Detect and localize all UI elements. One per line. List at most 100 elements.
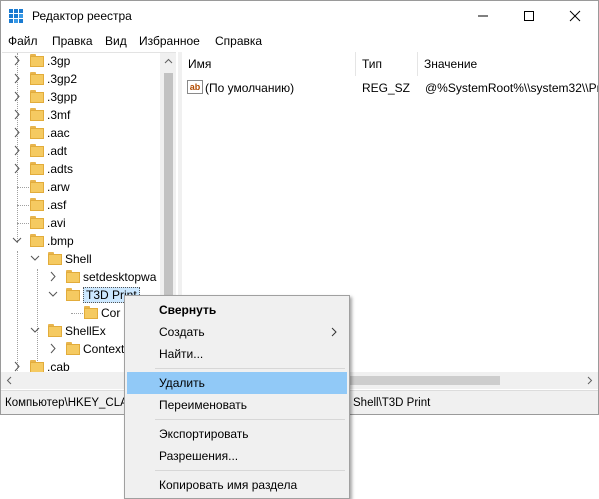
menu-item-permissions[interactable]: Разрешения... bbox=[127, 445, 347, 467]
tree-guide-line bbox=[71, 313, 83, 314]
menu-item-copy-key-name[interactable]: Копировать имя раздела bbox=[127, 474, 347, 496]
window-title: Редактор реестра bbox=[32, 9, 132, 23]
menu-item-find-label: Найти... bbox=[159, 347, 204, 361]
scroll-right-button[interactable] bbox=[581, 372, 598, 389]
value-type: REG_SZ bbox=[362, 81, 411, 95]
menu-help[interactable]: Справка bbox=[215, 34, 262, 48]
collapsed-chevron-icon[interactable] bbox=[12, 72, 22, 86]
collapsed-chevron-icon[interactable] bbox=[48, 342, 58, 356]
scroll-left-button[interactable] bbox=[1, 372, 18, 389]
menu-item-collapse[interactable]: Свернуть bbox=[127, 299, 347, 321]
collapsed-chevron-icon[interactable] bbox=[12, 162, 22, 176]
tree-item[interactable]: Shell bbox=[2, 250, 160, 268]
menu-item-collapse-label: Свернуть bbox=[159, 303, 217, 317]
menu-item-find[interactable]: Найти... bbox=[127, 343, 347, 365]
tree-item[interactable]: .adts bbox=[2, 160, 160, 178]
menu-edit[interactable]: Правка bbox=[52, 34, 93, 48]
tree-item[interactable]: .3gp2 bbox=[2, 70, 160, 88]
column-header-type[interactable]: Тип bbox=[356, 52, 418, 76]
tree-item-label: .3mf bbox=[47, 108, 71, 122]
tree-item[interactable]: .bmp bbox=[2, 232, 160, 250]
menu-item-rename-label: Переименовать bbox=[159, 398, 247, 412]
collapsed-chevron-icon[interactable] bbox=[12, 90, 22, 104]
column-header-value[interactable]: Значение bbox=[418, 52, 598, 76]
folder-icon bbox=[66, 270, 80, 283]
tree-guide-line bbox=[17, 205, 29, 206]
tree-item-label: .arw bbox=[47, 180, 70, 194]
value-data: @%SystemRoot%\\system32\\Print bbox=[425, 81, 598, 95]
menu-separator bbox=[155, 419, 345, 420]
tree-item-label: .asf bbox=[47, 198, 67, 212]
folder-icon bbox=[30, 90, 44, 103]
minimize-button[interactable] bbox=[460, 1, 506, 31]
tree-item-label: .adts bbox=[47, 162, 74, 176]
tree-item[interactable]: .3gp bbox=[2, 53, 160, 70]
folder-icon bbox=[30, 72, 44, 85]
maximize-button[interactable] bbox=[506, 1, 552, 31]
folder-icon bbox=[30, 54, 44, 67]
value-row[interactable]: ab (По умолчанию) REG_SZ @%SystemRoot%\\… bbox=[182, 78, 598, 98]
tree-item-label: .aac bbox=[47, 126, 70, 140]
expanded-chevron-icon[interactable] bbox=[12, 234, 22, 248]
scroll-right-icon bbox=[587, 376, 593, 385]
title-bar: Редактор реестра bbox=[1, 1, 598, 31]
scroll-left-icon bbox=[6, 376, 12, 385]
tree-item[interactable]: .arw bbox=[2, 178, 160, 196]
folder-icon bbox=[84, 306, 98, 319]
collapsed-chevron-icon[interactable] bbox=[12, 360, 22, 372]
close-button[interactable] bbox=[552, 1, 598, 31]
menu-item-new-label: Создать bbox=[159, 325, 205, 339]
menu-item-export[interactable]: Экспортировать bbox=[127, 423, 347, 445]
folder-icon bbox=[48, 324, 62, 337]
tree-guide-line bbox=[17, 223, 29, 224]
folder-icon bbox=[66, 288, 80, 301]
tree-item[interactable]: .asf bbox=[2, 196, 160, 214]
folder-icon bbox=[30, 198, 44, 211]
expanded-chevron-icon[interactable] bbox=[30, 252, 40, 266]
menu-favorites[interactable]: Избранное bbox=[139, 34, 200, 48]
close-icon bbox=[569, 10, 581, 22]
tree-item[interactable]: setdesktopwa bbox=[2, 268, 160, 286]
tree-item-label: ShellEx bbox=[65, 324, 106, 338]
submenu-arrow-icon bbox=[331, 327, 337, 337]
menu-item-delete[interactable]: Удалить bbox=[127, 372, 347, 394]
registry-editor-app-icon bbox=[8, 8, 24, 24]
collapsed-chevron-icon[interactable] bbox=[12, 126, 22, 140]
tree-item[interactable]: .3gpp bbox=[2, 88, 160, 106]
collapsed-chevron-icon[interactable] bbox=[12, 144, 22, 158]
folder-icon bbox=[66, 342, 80, 355]
collapsed-chevron-icon[interactable] bbox=[12, 54, 22, 68]
tree-item[interactable]: .3mf bbox=[2, 106, 160, 124]
folder-icon bbox=[30, 234, 44, 247]
tree-item-label: Cor bbox=[101, 306, 121, 320]
value-name: (По умолчанию) bbox=[205, 81, 295, 95]
collapsed-chevron-icon[interactable] bbox=[48, 270, 58, 284]
column-header-name[interactable]: Имя bbox=[182, 52, 356, 76]
tree-item-label: .bmp bbox=[47, 234, 74, 248]
status-path-left: Компьютер\HKEY_CLA bbox=[5, 397, 128, 409]
context-menu: Свернуть Создать Найти... Удалить Переим… bbox=[124, 295, 350, 499]
tree-guide-line bbox=[17, 187, 29, 188]
expanded-chevron-icon[interactable] bbox=[30, 324, 40, 338]
menu-item-copy-key-name-label: Копировать имя раздела bbox=[159, 478, 298, 492]
minimize-icon bbox=[478, 15, 488, 17]
menu-view[interactable]: Вид bbox=[105, 34, 127, 48]
menu-file[interactable]: Файл bbox=[8, 34, 38, 48]
menu-separator bbox=[155, 368, 345, 369]
folder-icon bbox=[30, 144, 44, 157]
tree-item[interactable]: .avi bbox=[2, 214, 160, 232]
tree-item-label: .cab bbox=[47, 360, 70, 372]
folder-icon bbox=[30, 180, 44, 193]
menu-separator bbox=[155, 470, 345, 471]
tree-item-label: Shell bbox=[65, 252, 92, 266]
expanded-chevron-icon[interactable] bbox=[48, 288, 58, 302]
column-header-type-label: Тип bbox=[362, 57, 383, 71]
tree-item-label: .3gpp bbox=[47, 90, 78, 104]
folder-icon bbox=[30, 162, 44, 175]
tree-item[interactable]: .adt bbox=[2, 142, 160, 160]
tree-item[interactable]: .aac bbox=[2, 124, 160, 142]
menu-bar: Файл Правка Вид Избранное Справка bbox=[1, 31, 598, 51]
menu-item-rename[interactable]: Переименовать bbox=[127, 394, 347, 416]
collapsed-chevron-icon[interactable] bbox=[12, 108, 22, 122]
menu-item-new[interactable]: Создать bbox=[127, 321, 347, 343]
